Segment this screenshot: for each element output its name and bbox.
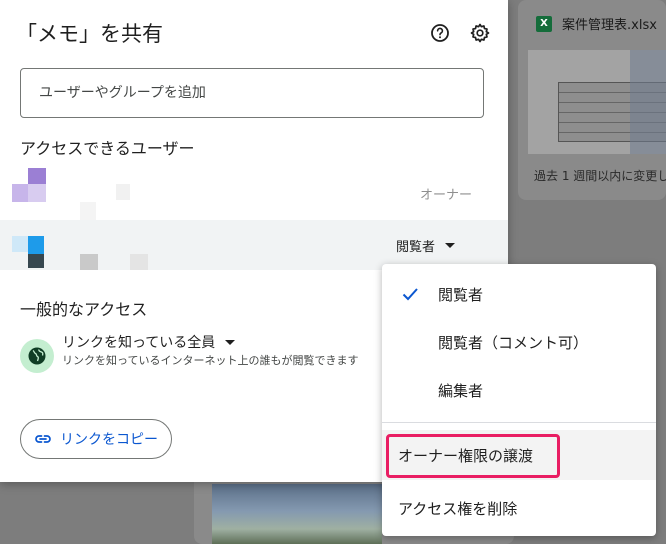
redacted-name xyxy=(80,202,96,220)
viewer-role-dropdown[interactable]: 閲覧者 xyxy=(396,236,456,255)
menu-item-label: アクセス権を削除 xyxy=(398,499,518,518)
redacted-name xyxy=(80,254,98,270)
link-icon xyxy=(35,435,51,443)
file-thumbnail xyxy=(528,50,666,154)
menu-item-label: 閲覧者（コメント可） xyxy=(438,333,589,352)
menu-item-transfer-ownership[interactable]: オーナー権限の譲渡 xyxy=(382,430,656,480)
role-menu: 閲覧者 閲覧者（コメント可） 編集者 オーナー権限の譲渡 アクセス権を削除 xyxy=(382,264,656,536)
globe-icon xyxy=(20,339,54,373)
menu-item-editor[interactable]: 編集者 xyxy=(382,368,656,412)
owner-role-label: オーナー xyxy=(419,188,472,203)
add-people-input[interactable] xyxy=(20,68,484,118)
viewer-role-label: 閲覧者 xyxy=(396,240,436,255)
gear-icon[interactable] xyxy=(469,22,491,44)
link-access-dropdown[interactable]: リンクを知っている全員 xyxy=(62,332,236,352)
photo-thumbnail xyxy=(212,484,382,544)
dialog-title: 「メモ」を共有 xyxy=(16,22,163,46)
check-icon xyxy=(402,288,418,301)
menu-item-viewer[interactable]: 閲覧者 xyxy=(382,272,656,316)
menu-item-label: オーナー権限の譲渡 xyxy=(398,446,534,465)
file-modified-text: 過去 1 週間以内に変更し xyxy=(534,169,666,183)
chevron-down-icon xyxy=(445,243,456,248)
access-users-heading: アクセスできるユーザー xyxy=(20,139,195,158)
redacted-email xyxy=(130,254,148,270)
file-name: 案件管理表.xlsx xyxy=(562,18,657,33)
avatar xyxy=(12,220,48,268)
user-row-viewer[interactable]: 閲覧者 xyxy=(0,220,508,270)
redacted-email xyxy=(116,184,130,200)
avatar xyxy=(12,168,48,204)
menu-item-label: 閲覧者 xyxy=(438,285,484,304)
copy-link-label: リンクをコピー xyxy=(60,432,158,448)
chevron-down-icon xyxy=(225,339,236,345)
menu-item-remove-access[interactable]: アクセス権を削除 xyxy=(382,486,656,530)
thumbnail-shade xyxy=(630,50,666,154)
help-icon[interactable] xyxy=(429,22,451,44)
user-row-owner: オーナー xyxy=(0,168,508,220)
menu-item-commenter[interactable]: 閲覧者（コメント可） xyxy=(382,320,656,364)
menu-item-label: 編集者 xyxy=(438,381,484,400)
link-access-label: リンクを知っている全員 xyxy=(62,335,216,351)
link-access-description: リンクを知っているインターネット上の誰もが閲覧できます xyxy=(62,354,359,367)
excel-icon: X xyxy=(536,15,552,32)
general-access-heading: 一般的なアクセス xyxy=(20,300,148,319)
copy-link-button[interactable]: リンクをコピー xyxy=(20,419,172,459)
file-title: X 案件管理表.xlsx xyxy=(536,14,657,33)
menu-divider xyxy=(382,422,656,423)
